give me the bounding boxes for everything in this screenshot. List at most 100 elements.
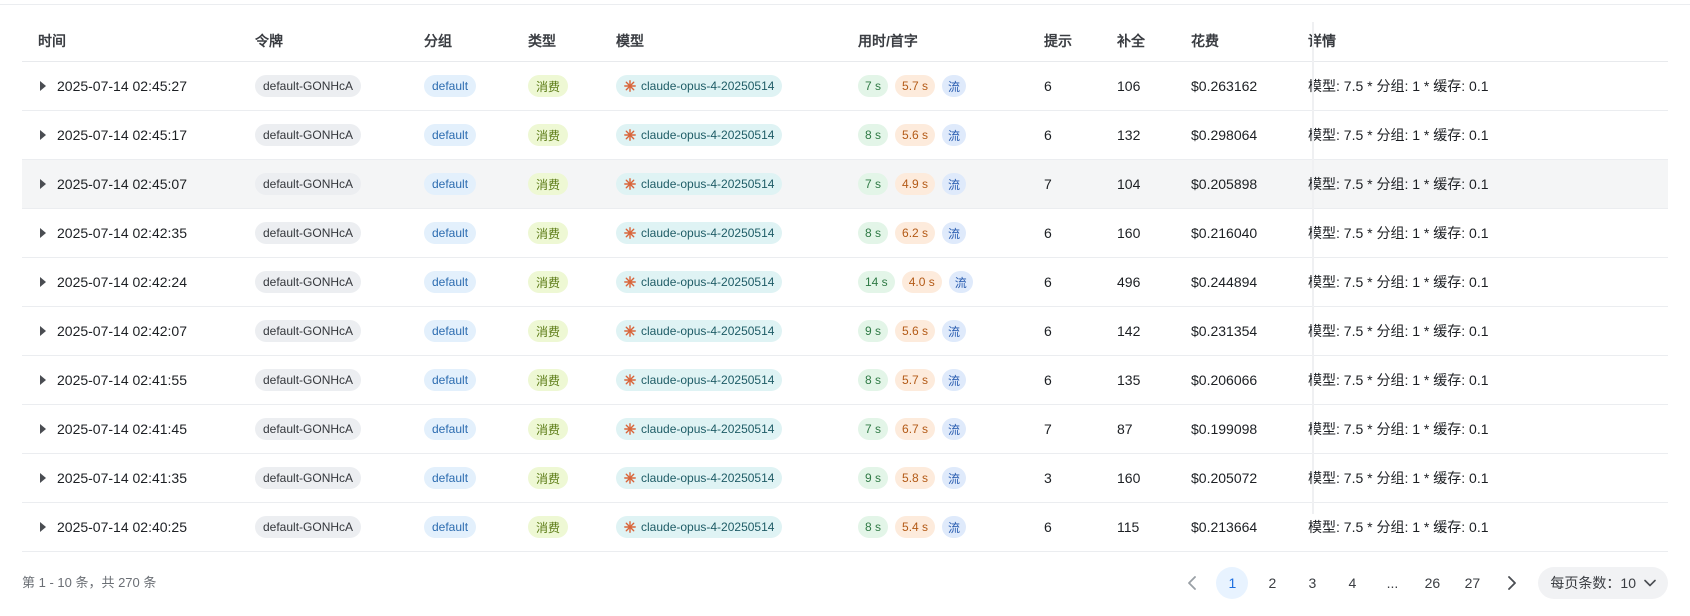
type-tag: 消费 bbox=[528, 124, 569, 146]
anthropic-star-icon bbox=[624, 374, 636, 386]
token-tag: default-GONHcA bbox=[255, 271, 362, 293]
header-group[interactable]: 分组 bbox=[424, 20, 452, 62]
caret-right-icon[interactable] bbox=[35, 127, 51, 143]
prompt-tokens: 6 bbox=[1044, 323, 1052, 339]
caret-right-icon[interactable] bbox=[35, 225, 51, 241]
caret-right-icon[interactable] bbox=[35, 274, 51, 290]
page-button[interactable]: 27 bbox=[1456, 567, 1488, 599]
token-tag: default-GONHcA bbox=[255, 418, 362, 440]
model-tag[interactable]: claude-opus-4-20250514 bbox=[616, 516, 783, 538]
use-time-tag: 7 s bbox=[858, 75, 889, 97]
stream-tag: 流 bbox=[942, 173, 967, 195]
model-tag[interactable]: claude-opus-4-20250514 bbox=[616, 418, 783, 440]
model-tag[interactable]: claude-opus-4-20250514 bbox=[616, 320, 783, 342]
caret-right-icon[interactable] bbox=[35, 470, 51, 486]
table-row[interactable]: 2025-07-14 02:41:55 default-GONHcA defau… bbox=[22, 356, 1668, 405]
table-row[interactable]: 2025-07-14 02:40:25 default-GONHcA defau… bbox=[22, 503, 1668, 552]
stream-tag: 流 bbox=[942, 222, 967, 244]
header-completion[interactable]: 补全 bbox=[1117, 20, 1145, 62]
row-details: 模型: 7.5 * 分组: 1 * 缓存: 0.1 bbox=[1308, 127, 1489, 143]
model-tag[interactable]: claude-opus-4-20250514 bbox=[616, 222, 783, 244]
row-details: 模型: 7.5 * 分组: 1 * 缓存: 0.1 bbox=[1308, 372, 1489, 388]
token-tag: default-GONHcA bbox=[255, 369, 362, 391]
model-tag[interactable]: claude-opus-4-20250514 bbox=[616, 467, 783, 489]
stream-tag: 流 bbox=[948, 271, 973, 293]
completion-tokens: 132 bbox=[1117, 127, 1141, 143]
header-token[interactable]: 令牌 bbox=[255, 20, 283, 62]
caret-right-icon[interactable] bbox=[35, 519, 51, 535]
completion-tokens: 160 bbox=[1117, 225, 1141, 241]
table-row[interactable]: 2025-07-14 02:41:45 default-GONHcA defau… bbox=[22, 405, 1668, 454]
first-token-tag: 5.7 s bbox=[895, 369, 936, 391]
header-timing[interactable]: 用时/首字 bbox=[858, 20, 918, 62]
model-tag[interactable]: claude-opus-4-20250514 bbox=[616, 124, 783, 146]
caret-right-icon[interactable] bbox=[35, 372, 51, 388]
row-time: 2025-07-14 02:45:27 bbox=[57, 78, 187, 94]
row-cost: $0.213664 bbox=[1191, 519, 1258, 535]
caret-right-icon[interactable] bbox=[35, 421, 51, 437]
table-row[interactable]: 2025-07-14 02:45:27 default-GONHcA defau… bbox=[22, 62, 1668, 111]
row-cost: $0.231354 bbox=[1191, 323, 1258, 339]
use-time-tag: 7 s bbox=[858, 173, 889, 195]
completion-tokens: 104 bbox=[1117, 176, 1141, 192]
anthropic-star-icon bbox=[624, 227, 636, 239]
type-tag: 消费 bbox=[528, 418, 569, 440]
page-button[interactable]: 26 bbox=[1416, 567, 1448, 599]
row-details: 模型: 7.5 * 分组: 1 * 缓存: 0.1 bbox=[1308, 421, 1489, 437]
table-row[interactable]: 2025-07-14 02:42:07 default-GONHcA defau… bbox=[22, 307, 1668, 356]
model-name: claude-opus-4-20250514 bbox=[641, 177, 775, 191]
page-size-select[interactable]: 每页条数：10 bbox=[1538, 567, 1668, 599]
page-button[interactable]: 1 bbox=[1216, 567, 1249, 599]
table-row[interactable]: 2025-07-14 02:45:07 default-GONHcA defau… bbox=[22, 160, 1668, 209]
model-name: claude-opus-4-20250514 bbox=[641, 422, 775, 436]
row-cost: $0.263162 bbox=[1191, 78, 1258, 94]
prompt-tokens: 6 bbox=[1044, 372, 1052, 388]
model-tag[interactable]: claude-opus-4-20250514 bbox=[616, 369, 783, 391]
use-time-tag: 8 s bbox=[858, 124, 889, 146]
header-prompt[interactable]: 提示 bbox=[1044, 20, 1072, 62]
model-tag[interactable]: claude-opus-4-20250514 bbox=[616, 173, 783, 195]
stream-tag: 流 bbox=[942, 124, 967, 146]
first-token-tag: 6.2 s bbox=[895, 222, 936, 244]
group-tag: default bbox=[424, 222, 477, 244]
group-tag: default bbox=[424, 124, 477, 146]
header-model[interactable]: 模型 bbox=[616, 20, 644, 62]
row-cost: $0.199098 bbox=[1191, 421, 1258, 437]
anthropic-star-icon bbox=[624, 80, 636, 92]
type-tag: 消费 bbox=[528, 75, 569, 97]
header-cost[interactable]: 花费 bbox=[1191, 20, 1219, 62]
use-time-tag: 8 s bbox=[858, 222, 889, 244]
caret-right-icon[interactable] bbox=[35, 176, 51, 192]
row-cost: $0.205072 bbox=[1191, 470, 1258, 486]
header-time[interactable]: 时间 bbox=[38, 20, 66, 62]
usage-log-table: 时间 令牌 分组 类型 模型 用时/首字 提示 补全 花费 详情 2025-07… bbox=[22, 20, 1668, 552]
row-time: 2025-07-14 02:41:35 bbox=[57, 470, 187, 486]
completion-tokens: 115 bbox=[1117, 519, 1140, 535]
chevron-right-icon[interactable] bbox=[1496, 567, 1528, 599]
row-time: 2025-07-14 02:42:07 bbox=[57, 323, 187, 339]
stream-tag: 流 bbox=[942, 418, 967, 440]
prompt-tokens: 7 bbox=[1044, 176, 1052, 192]
table-row[interactable]: 2025-07-14 02:42:35 default-GONHcA defau… bbox=[22, 209, 1668, 258]
table-row[interactable]: 2025-07-14 02:41:35 default-GONHcA defau… bbox=[22, 454, 1668, 503]
page-button[interactable]: 4 bbox=[1336, 567, 1368, 599]
table-row[interactable]: 2025-07-14 02:45:17 default-GONHcA defau… bbox=[22, 111, 1668, 160]
row-cost: $0.298064 bbox=[1191, 127, 1258, 143]
completion-tokens: 106 bbox=[1117, 78, 1141, 94]
stream-tag: 流 bbox=[942, 75, 967, 97]
stream-tag: 流 bbox=[942, 467, 967, 489]
page-button[interactable]: 2 bbox=[1256, 567, 1288, 599]
caret-right-icon[interactable] bbox=[35, 78, 51, 94]
row-cost: $0.244894 bbox=[1191, 274, 1258, 290]
caret-right-icon[interactable] bbox=[35, 323, 51, 339]
model-tag[interactable]: claude-opus-4-20250514 bbox=[616, 75, 783, 97]
table-row[interactable]: 2025-07-14 02:42:24 default-GONHcA defau… bbox=[22, 258, 1668, 307]
use-time-tag: 14 s bbox=[858, 271, 895, 293]
model-tag[interactable]: claude-opus-4-20250514 bbox=[616, 271, 783, 293]
anthropic-star-icon bbox=[624, 129, 636, 141]
prompt-tokens: 6 bbox=[1044, 78, 1052, 94]
chevron-left-icon[interactable] bbox=[1176, 567, 1208, 599]
page-button[interactable]: 3 bbox=[1296, 567, 1328, 599]
header-type[interactable]: 类型 bbox=[528, 20, 556, 62]
model-name: claude-opus-4-20250514 bbox=[641, 324, 775, 338]
